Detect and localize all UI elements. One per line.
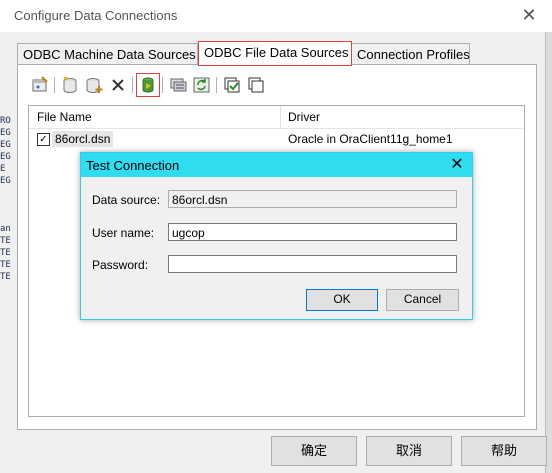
test-connection-dialog: Test Connection ✕ Data source: 86orcl.ds… — [80, 152, 473, 320]
add-data-source-icon[interactable] — [84, 75, 104, 95]
background-text: E — [0, 164, 6, 174]
list-item[interactable]: ✓ 86orcl.dsn Oracle in OraClient11g_home… — [29, 130, 524, 148]
tab-connection-profiles[interactable]: Connection Profiles — [351, 43, 470, 65]
delete-icon[interactable] — [108, 75, 128, 95]
driver-cell: Oracle in OraClient11g_home1 — [288, 132, 453, 146]
title-bar: Configure Data Connections ✕ — [0, 0, 552, 32]
data-source-label: Data source: — [92, 193, 161, 207]
column-header-driver[interactable]: Driver — [288, 110, 320, 124]
background-text: EG — [0, 140, 11, 150]
file-name-cell: 86orcl.dsn — [52, 131, 114, 147]
background-text: EG — [0, 176, 11, 186]
deselect-all-icon[interactable] — [246, 75, 266, 95]
toolbar-separator — [132, 77, 133, 93]
toolbar-separator — [54, 77, 55, 93]
cancel-button[interactable]: 取消 — [366, 436, 452, 466]
user-name-field[interactable]: ugcop — [168, 223, 457, 241]
new-data-source-icon[interactable] — [60, 75, 80, 95]
background-text: RO — [0, 116, 11, 126]
window-scrollbar[interactable] — [545, 32, 552, 473]
background-text: an — [0, 224, 11, 234]
toolbar — [28, 73, 328, 99]
background-text: EG — [0, 152, 11, 162]
user-name-label: User name: — [92, 226, 155, 240]
password-field[interactable] — [168, 255, 457, 273]
password-label: Password: — [92, 258, 149, 272]
configure-data-connections-window: Configure Data Connections ✕ RO EG EG EG… — [0, 0, 552, 473]
dialog-title: Test Connection — [86, 158, 180, 173]
data-source-field: 86orcl.dsn — [168, 190, 457, 208]
test-connection-icon[interactable] — [136, 73, 160, 97]
window-title: Configure Data Connections — [14, 8, 178, 23]
background-text: TE — [0, 248, 11, 258]
background-text: TE — [0, 260, 11, 270]
column-divider[interactable] — [280, 106, 281, 128]
background-text: TE — [0, 272, 11, 282]
background-text: EG — [0, 128, 11, 138]
dialog-ok-button[interactable]: OK — [306, 289, 378, 311]
help-button[interactable]: 帮助 — [461, 436, 547, 466]
window-close-icon[interactable]: ✕ — [518, 4, 540, 26]
dialog-title-bar: Test Connection ✕ — [81, 153, 472, 177]
tab-odbc-file-data-sources[interactable]: ODBC File Data Sources — [198, 41, 352, 66]
connection-settings-icon[interactable] — [168, 75, 188, 95]
dialog-close-icon[interactable]: ✕ — [447, 154, 467, 176]
ok-button[interactable]: 确定 — [271, 436, 357, 466]
toolbar-separator — [216, 77, 217, 93]
select-all-icon[interactable] — [222, 75, 242, 95]
tab-strip: ODBC Machine Data Sources ODBC File Data… — [17, 41, 477, 66]
background-window-fragment: RO EG EG EG E EG an TE TE TE TE — [0, 112, 11, 412]
list-header: File Name Driver — [29, 106, 524, 129]
toolbar-separator — [162, 77, 163, 93]
refresh-icon[interactable] — [192, 75, 212, 95]
row-checkbox[interactable]: ✓ — [37, 133, 50, 146]
tab-odbc-machine-data-sources[interactable]: ODBC Machine Data Sources — [17, 43, 198, 65]
dialog-cancel-button[interactable]: Cancel — [386, 289, 459, 311]
column-header-file-name[interactable]: File Name — [37, 110, 92, 124]
background-text: TE — [0, 236, 11, 246]
properties-icon[interactable] — [30, 75, 50, 95]
